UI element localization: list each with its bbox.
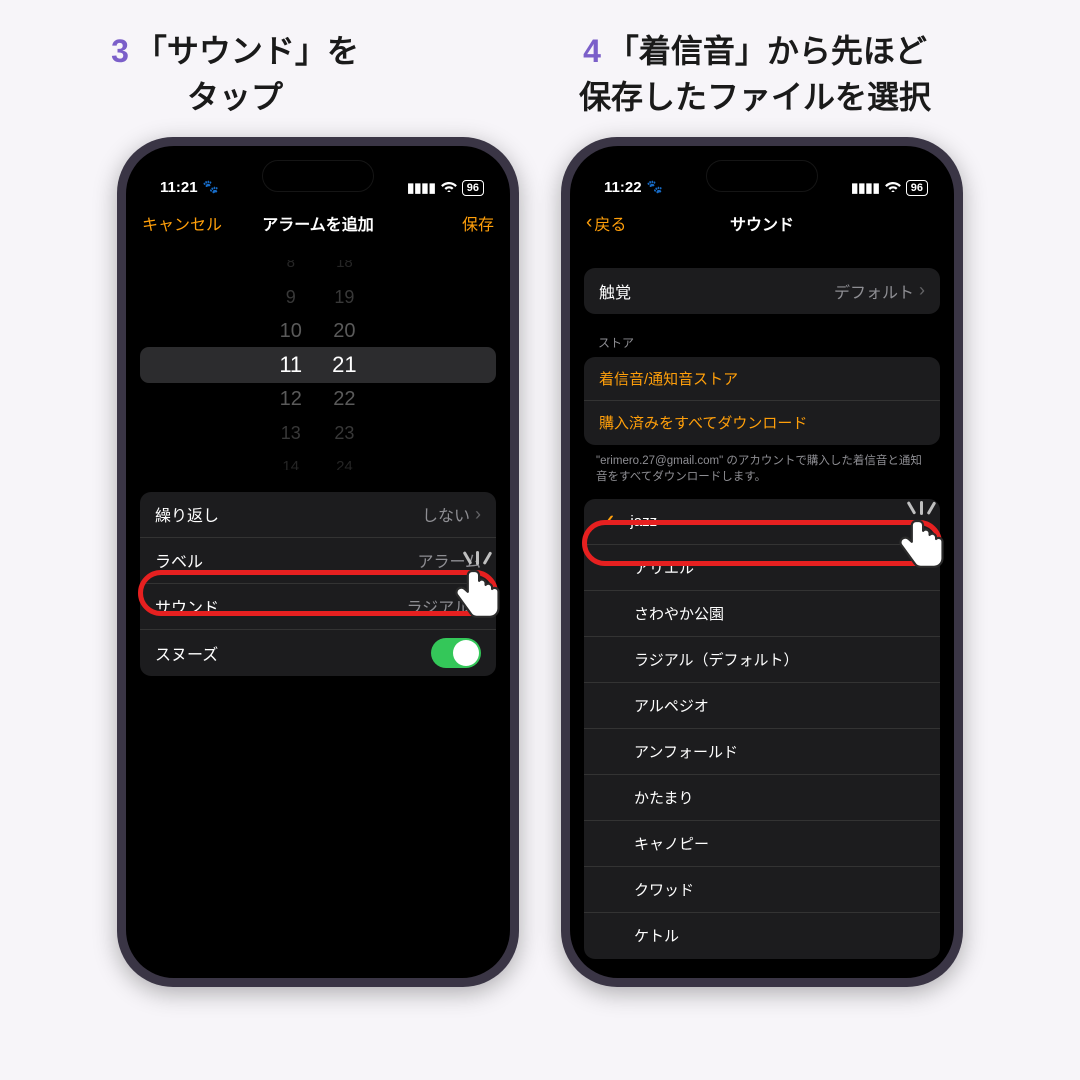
signal-icon: ▮▮▮▮ [407, 180, 436, 196]
tap-indicator-icon [896, 507, 960, 571]
snooze-row[interactable]: スヌーズ [140, 630, 496, 676]
phone-mockup-right: 11:22 🐾 ▮▮▮▮ 96 ‹戻る サウンド [561, 137, 963, 987]
sound-item[interactable]: アリエル [584, 545, 940, 591]
back-button[interactable]: ‹戻る [586, 211, 626, 235]
ringtone-list: ✓jazz アリエル さわやか公園 ラジアル（デフォルト） アルペジオ アンフォ… [584, 499, 940, 959]
status-time: 11:21 [160, 179, 198, 196]
save-button[interactable]: 保存 [462, 211, 494, 235]
instruction-captions: 3「サウンド」を タップ 4「着信音」から先ほど 保存したファイルを選択 [0, 0, 1080, 131]
sound-item[interactable]: ケトル [584, 913, 940, 959]
paw-icon: 🐾 [647, 179, 663, 195]
nav-header: キャンセル アラームを追加 保存 [126, 200, 510, 246]
minute-column[interactable]: 18 19 20 21 22 23 24 [332, 260, 356, 470]
sound-label: サウンド [155, 594, 219, 618]
chevron-right-icon: › [475, 504, 481, 525]
alarm-settings-group: 繰り返し しない› ラベル アラーム サウンド ラジアル› スヌーズ [140, 492, 496, 676]
repeat-label: 繰り返し [155, 502, 219, 526]
section-label-store: ストア [570, 314, 954, 357]
tap-indicator-icon [452, 557, 516, 621]
status-time: 11:22 [604, 179, 642, 196]
haptic-row[interactable]: 触覚 デフォルト› [584, 268, 940, 314]
sound-item[interactable]: アンフォールド [584, 729, 940, 775]
cancel-button[interactable]: キャンセル [142, 211, 222, 235]
label-label: ラベル [155, 548, 203, 572]
signal-icon: ▮▮▮▮ [851, 180, 880, 196]
phone-mockup-left: 11:21 🐾 ▮▮▮▮ 96 キャンセル アラームを追加 保存 [117, 137, 519, 987]
time-picker[interactable]: 8 9 10 11 12 13 14 18 19 20 21 [126, 260, 510, 470]
store-footer-note: "erimero.27@gmail.com" のアカウントで購入した着信音と通知… [570, 445, 954, 485]
store-group: 着信音/通知音ストア 購入済みをすべてダウンロード [584, 357, 940, 445]
tone-store-row[interactable]: 着信音/通知音ストア [584, 357, 940, 401]
battery-indicator: 96 [906, 180, 928, 196]
sound-row[interactable]: サウンド ラジアル› [140, 584, 496, 630]
haptic-label: 触覚 [599, 279, 631, 303]
paw-icon: 🐾 [203, 179, 219, 195]
download-purchased-row[interactable]: 購入済みをすべてダウンロード [584, 401, 940, 445]
nav-header: ‹戻る サウンド [570, 200, 954, 246]
snooze-label: スヌーズ [155, 641, 218, 665]
sound-item[interactable]: アルペジオ [584, 683, 940, 729]
dynamic-island [262, 160, 374, 192]
snooze-toggle[interactable] [431, 638, 481, 668]
wifi-icon [441, 180, 457, 195]
sound-item-jazz[interactable]: ✓jazz [584, 499, 940, 545]
sound-item[interactable]: ラジアル（デフォルト） [584, 637, 940, 683]
chevron-left-icon: ‹ [586, 213, 592, 232]
checkmark-icon: ✓ [602, 511, 615, 531]
sound-item[interactable]: クワッド [584, 867, 940, 913]
sound-item[interactable]: キャノピー [584, 821, 940, 867]
caption-step-3: 3「サウンド」を タップ [45, 28, 425, 121]
dynamic-island [706, 160, 818, 192]
wifi-icon [885, 180, 901, 195]
page-title: サウンド [570, 211, 954, 235]
hour-column[interactable]: 8 9 10 11 12 13 14 [279, 260, 302, 470]
chevron-right-icon: › [919, 280, 925, 301]
sound-item[interactable]: さわやか公園 [584, 591, 940, 637]
step-number-3: 3 [111, 33, 129, 69]
haptic-group: 触覚 デフォルト› [584, 268, 940, 314]
repeat-row[interactable]: 繰り返し しない› [140, 492, 496, 538]
step-number-4: 4 [583, 33, 601, 69]
caption-step-4: 4「着信音」から先ほど 保存したファイルを選択 [475, 28, 1035, 121]
sound-item[interactable]: かたまり [584, 775, 940, 821]
label-row[interactable]: ラベル アラーム [140, 538, 496, 584]
battery-indicator: 96 [462, 180, 484, 196]
